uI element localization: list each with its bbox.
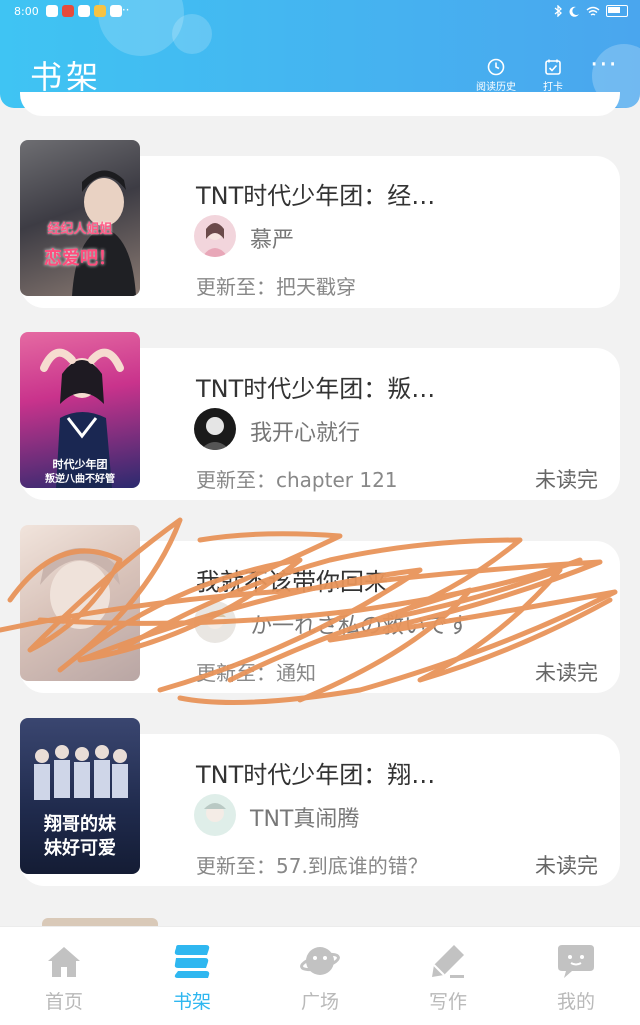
author-name: 我开心就行: [250, 421, 361, 446]
book-title[interactable]: TNT时代少年团：叛…: [196, 369, 435, 404]
checkin-button[interactable]: 打卡: [536, 58, 570, 93]
tab-square[interactable]: 广场: [280, 941, 360, 1014]
more-dots-icon[interactable]: ···: [590, 52, 617, 86]
cover-title-line: 经纪人姐姐: [47, 222, 113, 237]
status-time: 8:00: [14, 5, 39, 18]
previous-card-edge: [20, 92, 620, 116]
avatar-image: [194, 794, 236, 836]
cover-title-line: 叛逆八曲不好管: [45, 474, 115, 485]
tab-label: 广场: [300, 991, 339, 1013]
author-avatar: [194, 215, 236, 257]
cover-figure: [40, 548, 120, 629]
unread-status: 未读完: [535, 854, 598, 878]
status-app-icons: [46, 5, 122, 17]
cover-art: [20, 525, 140, 681]
unread-status: 未读完: [535, 468, 598, 492]
book-title[interactable]: TNT时代少年团：翔…: [196, 755, 435, 790]
status-bar: 8:00 ···: [0, 0, 640, 24]
author-avatar: [194, 601, 236, 643]
latest-chapter: 更新至：57.到底谁的错？: [196, 854, 428, 878]
tab-label: 我的: [556, 991, 595, 1013]
moon-icon: [569, 6, 579, 17]
wifi-icon: [586, 6, 600, 16]
cover-art: 时代少年团 叛逆八曲不好管: [20, 332, 140, 488]
author-avatar: [194, 794, 236, 836]
tab-mine[interactable]: 我的: [536, 941, 616, 1014]
book-cover[interactable]: 时代少年团 叛逆八曲不好管: [20, 332, 140, 488]
battery-icon: [606, 5, 628, 17]
clock-icon: [487, 58, 505, 76]
avatar-image: [194, 215, 236, 257]
status-indicators: [554, 5, 628, 17]
cover-title-line: 妹好可爱: [44, 838, 116, 859]
unread-status: 未读完: [535, 661, 598, 685]
latest-chapter: 更新至：chapter 121: [196, 468, 398, 492]
tab-home[interactable]: 首页: [24, 941, 104, 1014]
book-title[interactable]: 我就不该带你回来: [196, 562, 388, 597]
app-notification-icon: [46, 5, 58, 17]
bookshelf-icon: [174, 945, 210, 978]
cover-title-line: 翔哥的妹: [44, 814, 116, 835]
tab-write[interactable]: 写作: [408, 941, 488, 1014]
bottom-tab-bar: 首页 书架 广场 写作 我的: [0, 926, 640, 1025]
book-cover[interactable]: [20, 525, 140, 681]
tab-label: 首页: [44, 991, 83, 1013]
cover-art: 翔哥的妹 妹好可爱: [20, 718, 140, 874]
home-icon: [48, 947, 80, 977]
calendar-check-icon: [545, 59, 561, 75]
reading-history-button[interactable]: 阅读历史: [474, 58, 518, 93]
book-cover[interactable]: 经纪人姐姐 恋爱吧！: [20, 140, 140, 296]
tab-label: 书架: [172, 991, 211, 1013]
latest-chapter: 更新至：把天戳穿: [196, 275, 356, 299]
avatar-image: [194, 408, 236, 450]
book-title[interactable]: TNT时代少年团：经…: [196, 176, 435, 211]
avatar-image: [194, 601, 236, 643]
app-notification-icon: [94, 5, 106, 17]
pen-icon: [432, 945, 464, 978]
tab-bookshelf[interactable]: 书架: [152, 941, 232, 1014]
latest-chapter: 更新至：通知: [196, 661, 316, 685]
app-notification-icon: [78, 5, 90, 17]
app-notification-icon: [62, 5, 74, 17]
planet-icon: [300, 947, 340, 975]
status-more: ···: [118, 3, 130, 17]
author-name: 慕严: [250, 228, 295, 253]
chat-bubble-icon: [558, 945, 594, 978]
bluetooth-icon: [554, 5, 562, 17]
book-cover[interactable]: 翔哥的妹 妹好可爱: [20, 718, 140, 874]
author-name: TNT真闹腾: [250, 807, 360, 832]
tab-label: 写作: [428, 991, 467, 1013]
cover-art: 经纪人姐姐 恋爱吧！: [20, 140, 140, 296]
cover-title-line: 恋爱吧！: [44, 248, 116, 269]
author-name: か一れさ私の救いです: [250, 614, 470, 639]
author-avatar: [194, 408, 236, 450]
